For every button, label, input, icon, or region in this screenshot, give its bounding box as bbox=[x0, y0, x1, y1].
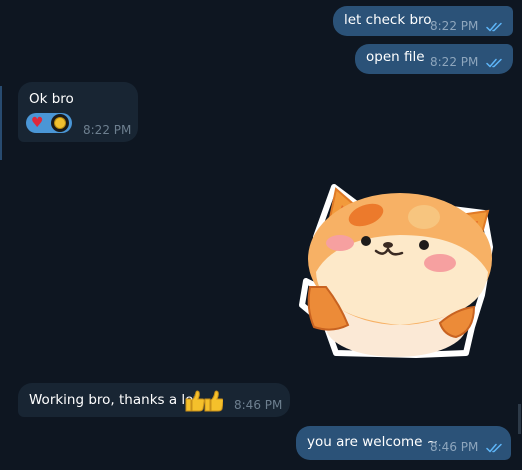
thumbs-up-emoji bbox=[185, 390, 223, 412]
incoming-message[interactable]: Working bro, thanks a lot 8:46 PM bbox=[18, 383, 290, 417]
message-text: Ok bro bbox=[29, 91, 74, 107]
reaction-chip[interactable]: ♥ bbox=[26, 113, 72, 133]
chat-history[interactable]: let check bro 8:22 PM open file 8:22 PM … bbox=[0, 0, 522, 470]
message-time: 8:22 PM bbox=[430, 55, 479, 69]
message-text: open file bbox=[366, 49, 425, 65]
scrollbar[interactable] bbox=[518, 404, 521, 434]
double-check-icon bbox=[486, 443, 502, 453]
message-text: Working bro, thanks a lot bbox=[29, 392, 199, 408]
incoming-message[interactable]: Ok bro ♥ 8:22 PM bbox=[18, 82, 138, 142]
double-check-icon bbox=[486, 22, 502, 32]
message-time: 8:22 PM bbox=[83, 123, 132, 137]
orange-cat-sticker-icon[interactable] bbox=[296, 177, 500, 359]
outgoing-message[interactable]: open file 8:22 PM bbox=[355, 44, 513, 74]
outgoing-message[interactable]: you are welcome ~ 8:46 PM bbox=[296, 426, 511, 460]
reactor-avatar bbox=[51, 114, 69, 132]
message-time: 8:46 PM bbox=[234, 398, 283, 412]
reply-indicator-bar bbox=[0, 86, 2, 160]
sun-icon bbox=[55, 118, 65, 128]
message-text: let check bro bbox=[344, 12, 432, 28]
outgoing-message[interactable]: let check bro 8:22 PM bbox=[333, 6, 513, 36]
message-time: 8:46 PM bbox=[430, 440, 479, 454]
message-text: you are welcome ~ bbox=[307, 434, 439, 450]
double-check-icon bbox=[486, 58, 502, 68]
message-time: 8:22 PM bbox=[430, 19, 479, 33]
red-heart-icon: ♥ bbox=[31, 115, 44, 131]
